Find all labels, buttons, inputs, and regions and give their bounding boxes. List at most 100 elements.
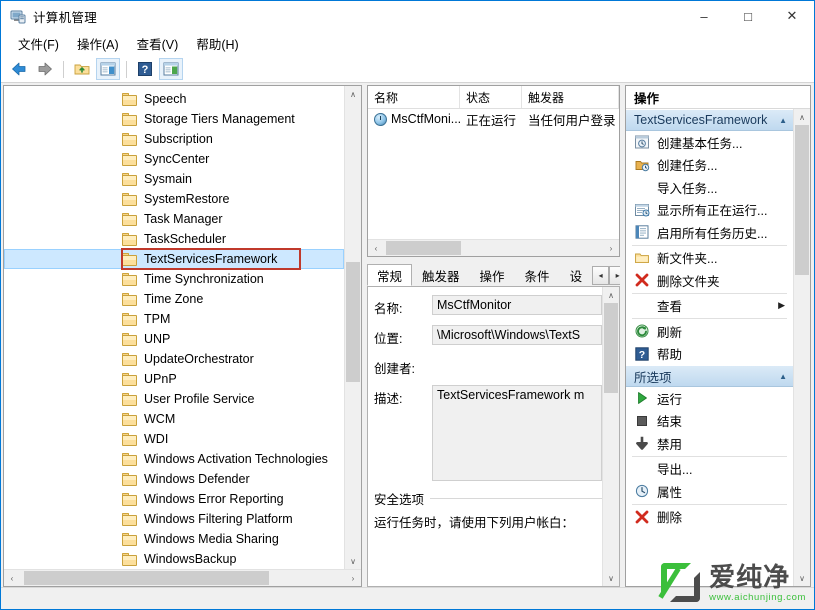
tree-item-wcm[interactable]: WCM: [4, 409, 344, 429]
action-item-1-4[interactable]: 属性: [626, 480, 793, 503]
action-item-0-9[interactable]: ? 帮助: [626, 343, 793, 366]
tree-item-sysmain[interactable]: Sysmain: [4, 169, 344, 189]
task-horizontal-scrollbar[interactable]: ‹ ›: [368, 239, 619, 256]
actions-scroll-thumb[interactable]: [795, 125, 809, 275]
task-column-header-0[interactable]: 名称: [368, 86, 460, 108]
detail-field-value[interactable]: \Microsoft\Windows\TextS: [432, 325, 602, 345]
tree-item-time-synchronization[interactable]: Time Synchronization: [4, 269, 344, 289]
task-column-header-2[interactable]: 触发器: [522, 86, 619, 108]
tree-hscroll-thumb[interactable]: [24, 571, 269, 585]
tree-item-speech[interactable]: Speech: [4, 89, 344, 109]
task-scroll-right-button[interactable]: ›: [603, 240, 619, 256]
tab-prev-button[interactable]: ◂: [592, 266, 610, 285]
tree-scroll-down-button[interactable]: ∨: [345, 553, 361, 569]
tree-item-unp[interactable]: UNP: [4, 329, 344, 349]
details-scroll-down-button[interactable]: ∨: [603, 570, 619, 586]
tree-item-tpm[interactable]: TPM: [4, 309, 344, 329]
actions-scroll-up-button[interactable]: ∧: [794, 109, 810, 125]
actions-scroll-down-button[interactable]: ∨: [794, 570, 810, 586]
maximize-button[interactable]: □: [726, 1, 770, 31]
tree-item-windowsbackup[interactable]: WindowsBackup: [4, 549, 344, 569]
tree-item-windows-activation-technologies[interactable]: Windows Activation Technologies: [4, 449, 344, 469]
action-item-0-2[interactable]: 导入任务...: [626, 176, 793, 199]
tree-item-windows-error-reporting[interactable]: Windows Error Reporting: [4, 489, 344, 509]
show-hide-console-tree-icon[interactable]: [96, 58, 120, 80]
actions-group-header-1[interactable]: 所选项 ▲: [626, 365, 793, 387]
task-row[interactable]: MsCtfMoni... 正在运行 当任何用户登录: [368, 109, 619, 129]
tree-scroll-right-button[interactable]: ›: [345, 570, 361, 586]
task-column-header-1[interactable]: 状态: [460, 86, 522, 108]
action-item-1-3[interactable]: 导出...: [626, 458, 793, 481]
tree-item-time-zone[interactable]: Time Zone: [4, 289, 344, 309]
details-scroll-up-button[interactable]: ∧: [603, 287, 619, 303]
menu-help[interactable]: 帮助(H): [187, 31, 247, 56]
task-scroll-left-button[interactable]: ‹: [368, 240, 384, 256]
task-hscroll-thumb[interactable]: [386, 241, 461, 255]
tree-hscroll-track[interactable]: [20, 570, 345, 586]
menu-file[interactable]: 文件(F): [9, 31, 68, 56]
actions-group-header-0[interactable]: TextServicesFramework ▲: [626, 109, 793, 131]
tree-item-storage-tiers-management[interactable]: Storage Tiers Management: [4, 109, 344, 129]
detail-field-value[interactable]: [432, 355, 602, 373]
tree-item-windows-filtering-platform[interactable]: Windows Filtering Platform: [4, 509, 344, 529]
actions-scroll-track[interactable]: [794, 125, 810, 570]
up-folder-icon[interactable]: [70, 58, 94, 80]
tab-next-button[interactable]: ▸: [609, 266, 620, 285]
task-hscroll-track[interactable]: [384, 240, 603, 256]
collapse-chevron-icon[interactable]: ▲: [779, 372, 787, 381]
tree-item-updateorchestrator[interactable]: UpdateOrchestrator: [4, 349, 344, 369]
tab-1[interactable]: 触发器: [412, 264, 470, 286]
tree-item-textservicesframework[interactable]: TextServicesFramework: [4, 249, 344, 269]
tab-3[interactable]: 条件: [514, 264, 560, 286]
tree-scroll-up-button[interactable]: ∧: [345, 86, 361, 102]
action-item-0-1[interactable]: 创建任务...: [626, 154, 793, 177]
tree-item-label: Storage Tiers Management: [144, 112, 295, 126]
action-item-0-0[interactable]: 创建基本任务...: [626, 131, 793, 154]
tree-item-subscription[interactable]: Subscription: [4, 129, 344, 149]
tab-4[interactable]: 设: [559, 264, 593, 286]
tree-item-task-manager[interactable]: Task Manager: [4, 209, 344, 229]
submenu-arrow-icon[interactable]: ▶: [778, 300, 785, 311]
close-button[interactable]: ✕: [770, 1, 814, 31]
tree-item-wdi[interactable]: WDI: [4, 429, 344, 449]
actions-vertical-scrollbar[interactable]: ∧ ∨: [793, 109, 810, 586]
details-vertical-scrollbar[interactable]: ∧ ∨: [602, 287, 619, 586]
tree-item-windows-media-sharing[interactable]: Windows Media Sharing: [4, 529, 344, 549]
tree-horizontal-scrollbar[interactable]: ‹ ›: [4, 569, 361, 586]
tree-scroll-left-button[interactable]: ‹: [4, 570, 20, 586]
help-icon[interactable]: ?: [133, 58, 157, 80]
back-arrow-icon[interactable]: [7, 58, 31, 80]
action-item-1-2[interactable]: 禁用: [626, 432, 793, 455]
action-item-1-1[interactable]: 结束: [626, 410, 793, 433]
tab-2[interactable]: 操作: [469, 264, 515, 286]
action-item-1-0[interactable]: 运行: [626, 387, 793, 410]
tree-item-taskscheduler[interactable]: TaskScheduler: [4, 229, 344, 249]
action-item-0-3[interactable]: 显示所有正在运行...: [626, 199, 793, 222]
action-item-1-5[interactable]: 删除: [626, 506, 793, 529]
tree-scroll-thumb[interactable]: [346, 262, 360, 382]
tree-item-windows-defender[interactable]: Windows Defender: [4, 469, 344, 489]
tree-item-upnp[interactable]: UPnP: [4, 369, 344, 389]
action-item-0-6[interactable]: 删除文件夹: [626, 269, 793, 292]
action-item-0-7[interactable]: 查看 ▶: [626, 295, 793, 318]
detail-field-value[interactable]: MsCtfMonitor: [432, 295, 602, 315]
tree-scroll-track[interactable]: [345, 102, 361, 553]
show-action-pane-icon[interactable]: [159, 58, 183, 80]
detail-field-value[interactable]: TextServicesFramework m: [432, 385, 602, 481]
details-scroll-thumb[interactable]: [604, 303, 618, 393]
menu-action[interactable]: 操作(A): [68, 31, 128, 56]
action-item-0-8[interactable]: 刷新: [626, 320, 793, 343]
forward-arrow-icon[interactable]: [33, 58, 57, 80]
action-item-0-5[interactable]: 新文件夹...: [626, 247, 793, 270]
action-item-0-4[interactable]: 启用所有任务历史...: [626, 221, 793, 244]
tree-item-user-profile-service[interactable]: User Profile Service: [4, 389, 344, 409]
delete-folder-icon: [634, 272, 650, 288]
tree-vertical-scrollbar[interactable]: ∧ ∨: [344, 86, 361, 569]
collapse-chevron-icon[interactable]: ▲: [779, 116, 787, 125]
menu-view[interactable]: 查看(V): [128, 31, 188, 56]
tree-item-synccenter[interactable]: SyncCenter: [4, 149, 344, 169]
details-scroll-track[interactable]: [603, 303, 619, 570]
tab-0[interactable]: 常规: [367, 264, 413, 286]
tree-item-systemrestore[interactable]: SystemRestore: [4, 189, 344, 209]
minimize-button[interactable]: –: [682, 1, 726, 31]
